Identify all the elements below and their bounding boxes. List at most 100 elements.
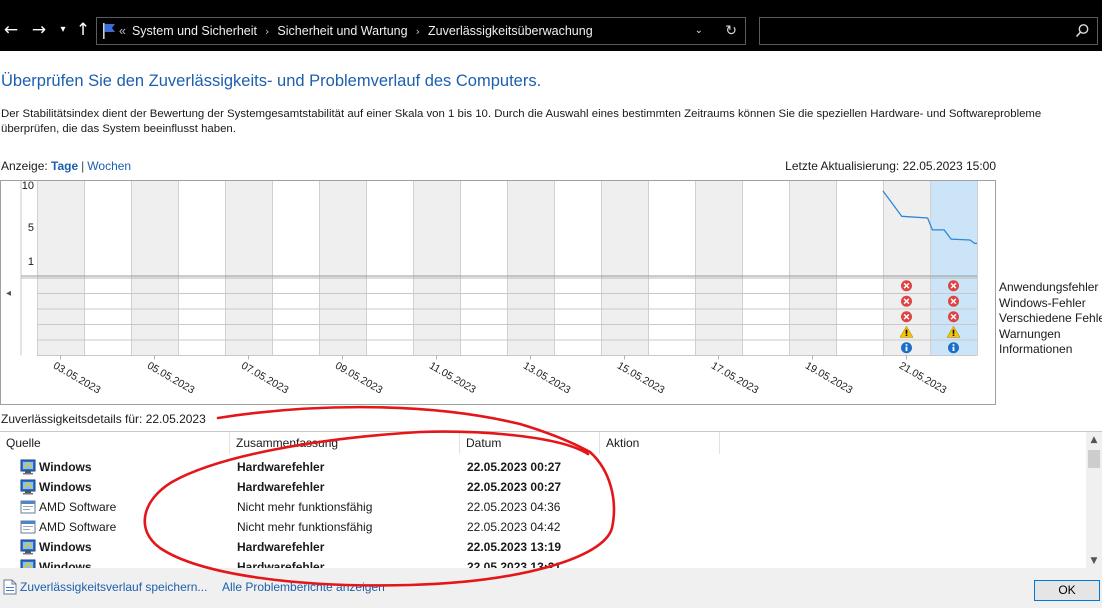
breadcrumb-item-zuverlaessigkeitsueberwachung[interactable]: Zuverlässigkeitsüberwachung (428, 24, 593, 38)
table-row[interactable]: Windows Hardwarefehler 22.05.2023 00:27 (0, 477, 1086, 497)
column-header-zusammenfassung[interactable]: Zusammenfassung (230, 432, 460, 454)
back-arrow-icon[interactable]: ← (0, 17, 22, 43)
breadcrumb-item-sicherheit-und-wartung[interactable]: Sicherheit und Wartung (277, 24, 407, 38)
ok-button[interactable]: OK (1034, 580, 1100, 601)
sort-ascending-icon: ⌃ (526, 431, 534, 437)
up-arrow-icon[interactable]: ↑ (72, 17, 94, 43)
chart-column[interactable] (84, 181, 131, 356)
row-summary: Hardwarefehler (237, 480, 325, 494)
table-row[interactable]: Windows Hardwarefehler 22.05.2023 00:27 (0, 457, 1086, 477)
info-icon-dot (952, 344, 955, 346)
breadcrumb-item-system-und-sicherheit[interactable]: System und Sicherheit (132, 24, 257, 38)
vertical-scrollbar[interactable]: ▲ ▼ (1086, 432, 1102, 569)
chart-column[interactable] (648, 181, 695, 356)
reliability-chart-svg[interactable]: ◂ 10 5 1 03.05.2023 05.05.2023 07.05.2023 09.05… (1, 181, 997, 406)
windows-monitor-icon (20, 539, 36, 555)
list-header: Quelle Zusammenfassung Datum Aktion ⌃ (0, 432, 1086, 454)
chart-column[interactable] (319, 181, 366, 356)
info-icon-mark (905, 346, 908, 351)
control-panel-flag-icon (103, 23, 115, 39)
forward-arrow-icon[interactable]: → (28, 17, 50, 43)
row-source: AMD Software (39, 500, 117, 514)
view-days-link[interactable]: Tage (51, 159, 78, 173)
save-history-link[interactable]: Zuverlässigkeitsverlauf speichern... (20, 580, 207, 594)
y-tick-label: 10 (22, 181, 34, 192)
y-tick-label: 5 (28, 222, 34, 234)
row-label-verschiedene-fehler: Verschiedene Fehler (999, 311, 1102, 325)
scroll-up-icon[interactable]: ▲ (1086, 432, 1102, 448)
row-date: 22.05.2023 13:19 (467, 540, 562, 554)
chart-column[interactable] (272, 181, 319, 356)
x-tick-label: 13.05.2023 (521, 360, 573, 397)
row-summary: Nicht mehr funktionsfähig (237, 520, 373, 534)
chart-column[interactable] (131, 181, 178, 356)
chart-column[interactable] (601, 181, 648, 356)
x-tick-label: 11.05.2023 (427, 360, 478, 396)
x-tick-label: 03.05.2023 (51, 360, 103, 397)
scroll-down-icon[interactable]: ▼ (1086, 553, 1102, 569)
chart-column[interactable] (507, 181, 554, 356)
title-bar-strip (0, 0, 1102, 9)
scroll-left-icon[interactable]: ◂ (6, 288, 11, 299)
search-input[interactable] (764, 21, 1068, 43)
chart-column[interactable] (460, 181, 507, 356)
column-header-aktion[interactable]: Aktion (600, 432, 720, 454)
chart-column[interactable] (554, 181, 601, 356)
view-separator: | (81, 159, 85, 173)
row-label-warnungen: Warnungen (999, 326, 1061, 341)
reliability-chart[interactable]: ◂ 10 5 1 03.05.2023 05.05.2023 07.05.2023 09.05… (0, 180, 996, 405)
search-icon[interactable] (1073, 20, 1091, 42)
application-window-icon (20, 520, 36, 534)
row-date: 22.05.2023 04:42 (467, 520, 561, 534)
view-weeks-link[interactable]: Wochen (87, 159, 131, 173)
chart-column[interactable] (37, 181, 84, 356)
row-summary: Hardwarefehler (237, 460, 325, 474)
warning-icon-dot (905, 334, 908, 336)
chart-column[interactable] (742, 181, 789, 356)
view-selector: Anzeige: Tage | Wochen (1, 159, 131, 173)
address-dropdown-icon[interactable]: ⌄ (695, 18, 703, 44)
refresh-icon[interactable]: ↻ (725, 18, 737, 44)
chart-column[interactable] (225, 181, 272, 356)
row-date: 22.05.2023 00:27 (467, 480, 562, 494)
scrollbar-thumb[interactable] (1088, 450, 1100, 468)
x-tick-label: 07.05.2023 (239, 360, 291, 397)
view-label: Anzeige: (1, 159, 48, 173)
details-list[interactable]: Quelle Zusammenfassung Datum Aktion ⌃ Wi… (0, 431, 1102, 569)
page-description: Der Stabilitätsindex dient der Bewertung… (1, 108, 1042, 135)
chart-column[interactable] (413, 181, 460, 356)
x-tick-label: 15.05.2023 (615, 360, 667, 397)
column-header-quelle[interactable]: Quelle (0, 432, 230, 454)
x-tick-label: 19.05.2023 (803, 360, 855, 397)
chart-column[interactable] (789, 181, 836, 356)
chart-column[interactable] (178, 181, 225, 356)
all-reports-link[interactable]: Alle Problemberichte anzeigen (222, 580, 385, 594)
search-box[interactable] (759, 17, 1098, 45)
row-source: Windows (39, 480, 92, 494)
row-label-windows-fehler: Windows-Fehler (999, 295, 1086, 310)
save-document-icon (3, 579, 17, 595)
page-title: Überprüfen Sie den Zuverlässigkeits- und… (1, 72, 542, 90)
y-tick-label: 1 (28, 256, 34, 268)
address-bar[interactable]: «System und Sicherheit › Sicherheit und Wa… (96, 17, 746, 45)
warning-icon-mark (952, 329, 955, 334)
chart-column[interactable] (836, 181, 883, 356)
row-label-anwendungsfehler: Anwendungsfehler (999, 280, 1099, 294)
warning-icon-mark (905, 329, 908, 334)
table-row[interactable]: AMD Software Nicht mehr funktionsfähig 22.… (0, 497, 1086, 517)
x-tick-label: 21.05.2023 (897, 360, 949, 397)
chart-column[interactable] (695, 181, 742, 356)
breadcrumb-separator-icon: › (265, 25, 270, 38)
chart-column[interactable] (366, 181, 413, 356)
table-row[interactable]: AMD Software Nicht mehr funktionsfähig 22.… (0, 517, 1086, 537)
application-window-icon (20, 500, 36, 514)
chevron-down-icon[interactable]: ▾ (52, 17, 74, 43)
last-update-label: Letzte Aktualisierung: 22.05.2023 15:00 (785, 159, 996, 173)
details-heading: Zuverlässigkeitsdetails für: 22.05.2023 (1, 412, 206, 426)
row-source: Windows (39, 460, 92, 474)
windows-monitor-icon (20, 479, 36, 495)
x-tick-label: 17.05.2023 (709, 360, 761, 397)
table-row[interactable]: Windows Hardwarefehler 22.05.2023 13:19 (0, 537, 1086, 557)
windows-monitor-icon (20, 459, 36, 475)
breadcrumb-overflow[interactable]: « (119, 24, 132, 38)
